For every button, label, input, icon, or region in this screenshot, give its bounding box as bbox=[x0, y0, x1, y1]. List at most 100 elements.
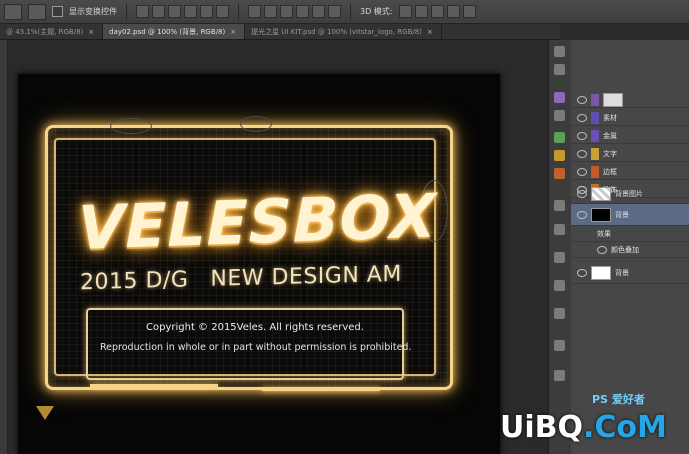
align-vcenter-icon[interactable] bbox=[152, 5, 165, 18]
close-icon[interactable]: × bbox=[230, 28, 236, 36]
visibility-icon[interactable] bbox=[577, 149, 587, 158]
layer-name: 背景图片 bbox=[615, 189, 643, 198]
layer-color-swatch bbox=[591, 111, 599, 124]
tab-label: day02.psd @ 100% (背景, RGB/8) bbox=[109, 28, 226, 36]
layer-effect-row[interactable]: 颜色叠加 bbox=[571, 242, 689, 258]
brand-text: VELESBOX bbox=[78, 181, 437, 264]
move-tool-icon[interactable] bbox=[4, 3, 22, 20]
properties-icon[interactable] bbox=[554, 64, 565, 75]
neon-strip-right bbox=[262, 388, 380, 391]
layer-row[interactable]: 边框 bbox=[571, 164, 689, 180]
divider bbox=[238, 3, 239, 20]
layer-name: 背景 bbox=[615, 210, 629, 219]
actions-icon[interactable] bbox=[554, 340, 565, 351]
visibility-icon[interactable] bbox=[577, 268, 587, 277]
layer-row[interactable]: 背景 bbox=[571, 262, 689, 284]
close-icon[interactable]: × bbox=[88, 28, 94, 36]
styles-icon[interactable] bbox=[554, 150, 565, 161]
show-transform-label: 显示变换控件 bbox=[69, 7, 117, 16]
mode-3d-label: 3D 模式: bbox=[360, 7, 393, 16]
tagline-slogan: NEW DESIGN AM bbox=[210, 261, 402, 292]
tab-document-3[interactable]: 提光之星 UI KIT.psd @ 100% (vitstar_logo, RG… bbox=[245, 24, 442, 39]
logo-icon bbox=[36, 406, 54, 420]
tab-document-2[interactable]: day02.psd @ 100% (背景, RGB/8) × bbox=[103, 24, 246, 39]
adjustments-icon[interactable] bbox=[554, 132, 565, 143]
visibility-icon[interactable] bbox=[577, 189, 587, 198]
layer-row[interactable]: 文字 bbox=[571, 146, 689, 162]
options-bar: 显示变换控件 3D 模式: bbox=[0, 0, 689, 24]
visibility-icon[interactable] bbox=[577, 131, 587, 140]
copyright-line: Copyright © 2015Veles. All rights reserv… bbox=[146, 322, 364, 333]
visibility-icon[interactable] bbox=[597, 245, 607, 254]
close-icon[interactable]: × bbox=[427, 28, 433, 36]
tool-presets-icon[interactable] bbox=[554, 308, 565, 319]
roll-3d-icon[interactable] bbox=[414, 5, 428, 18]
reproduction-line: Reproduction in whole or in part without… bbox=[100, 342, 412, 353]
toolbar-edge bbox=[0, 40, 8, 454]
distribute-top-icon[interactable] bbox=[248, 5, 261, 18]
visibility-icon[interactable] bbox=[577, 167, 587, 176]
drag-3d-icon[interactable] bbox=[430, 5, 444, 18]
color-icon[interactable] bbox=[554, 110, 565, 121]
layer-name: 金属 bbox=[603, 131, 617, 140]
divider bbox=[126, 3, 127, 20]
paragraph-icon[interactable] bbox=[554, 252, 565, 263]
cable bbox=[110, 118, 152, 134]
layer-thumbnail bbox=[591, 186, 611, 201]
layer-thumbnail bbox=[591, 265, 611, 280]
tab-document-1[interactable]: @ 43.1%(主题, RGB/8) × bbox=[0, 24, 104, 39]
distribute-bottom-icon[interactable] bbox=[280, 5, 293, 18]
tab-label: 提光之星 UI KIT.psd @ 100% (vitstar_logo, RG… bbox=[251, 28, 422, 36]
align-right-icon[interactable] bbox=[216, 5, 229, 18]
layer-row[interactable] bbox=[571, 92, 689, 108]
align-hcenter-icon[interactable] bbox=[200, 5, 213, 18]
layer-color-swatch bbox=[591, 147, 599, 160]
visibility-icon[interactable] bbox=[577, 95, 587, 104]
distribute-left-icon[interactable] bbox=[296, 5, 309, 18]
distribute-right-icon[interactable] bbox=[328, 5, 341, 18]
layer-color-swatch bbox=[591, 129, 599, 142]
visibility-icon[interactable] bbox=[577, 113, 587, 122]
layer-thumbnail bbox=[591, 207, 611, 222]
slide-3d-icon[interactable] bbox=[446, 5, 460, 18]
layer-effects-row[interactable]: 效果 bbox=[571, 226, 689, 242]
align-buttons bbox=[136, 5, 229, 18]
document-tabs: @ 43.1%(主题, RGB/8) × day02.psd @ 100% (背景… bbox=[0, 24, 560, 40]
visibility-icon[interactable] bbox=[577, 210, 587, 219]
scale-3d-icon[interactable] bbox=[462, 5, 476, 18]
info-icon[interactable] bbox=[554, 370, 565, 381]
layer-name: 素材 bbox=[603, 113, 617, 122]
auto-select-dropdown[interactable] bbox=[28, 3, 46, 20]
layer-name: 文字 bbox=[603, 149, 617, 158]
layer-row[interactable]: 素材 bbox=[571, 110, 689, 126]
align-top-icon[interactable] bbox=[136, 5, 149, 18]
channels-icon[interactable] bbox=[554, 168, 565, 179]
layer-name: 背景 bbox=[615, 268, 629, 277]
character-icon[interactable] bbox=[554, 224, 565, 235]
site-watermark: UiBQ.CoM bbox=[500, 410, 667, 445]
brush-icon[interactable] bbox=[554, 280, 565, 291]
swatches-icon[interactable] bbox=[554, 92, 565, 103]
watermark-part-b: .CoM bbox=[583, 410, 667, 445]
layer-row[interactable]: 背景图片 bbox=[571, 184, 689, 204]
distribute-vcenter-icon[interactable] bbox=[264, 5, 277, 18]
show-transform-checkbox[interactable] bbox=[52, 6, 63, 17]
effect-name: 颜色叠加 bbox=[611, 245, 639, 254]
paths-icon[interactable] bbox=[554, 200, 565, 211]
rotate-3d-icon[interactable] bbox=[398, 5, 412, 18]
history-icon[interactable] bbox=[554, 46, 565, 57]
align-left-icon[interactable] bbox=[184, 5, 197, 18]
neon-strip-left bbox=[90, 384, 218, 387]
cable bbox=[240, 116, 272, 132]
divider bbox=[350, 3, 351, 20]
layer-name: 边框 bbox=[603, 167, 617, 176]
align-bottom-icon[interactable] bbox=[168, 5, 181, 18]
copyright-box: Copyright © 2015Veles. All rights reserv… bbox=[86, 308, 412, 380]
effects-label: 效果 bbox=[597, 229, 611, 238]
ps-watermark: PS 爱好者 bbox=[592, 393, 645, 406]
layer-row[interactable]: 金属 bbox=[571, 128, 689, 144]
panel-icon-strip bbox=[548, 40, 572, 454]
layer-row-selected[interactable]: 背景 bbox=[571, 204, 689, 226]
distribute-hcenter-icon[interactable] bbox=[312, 5, 325, 18]
